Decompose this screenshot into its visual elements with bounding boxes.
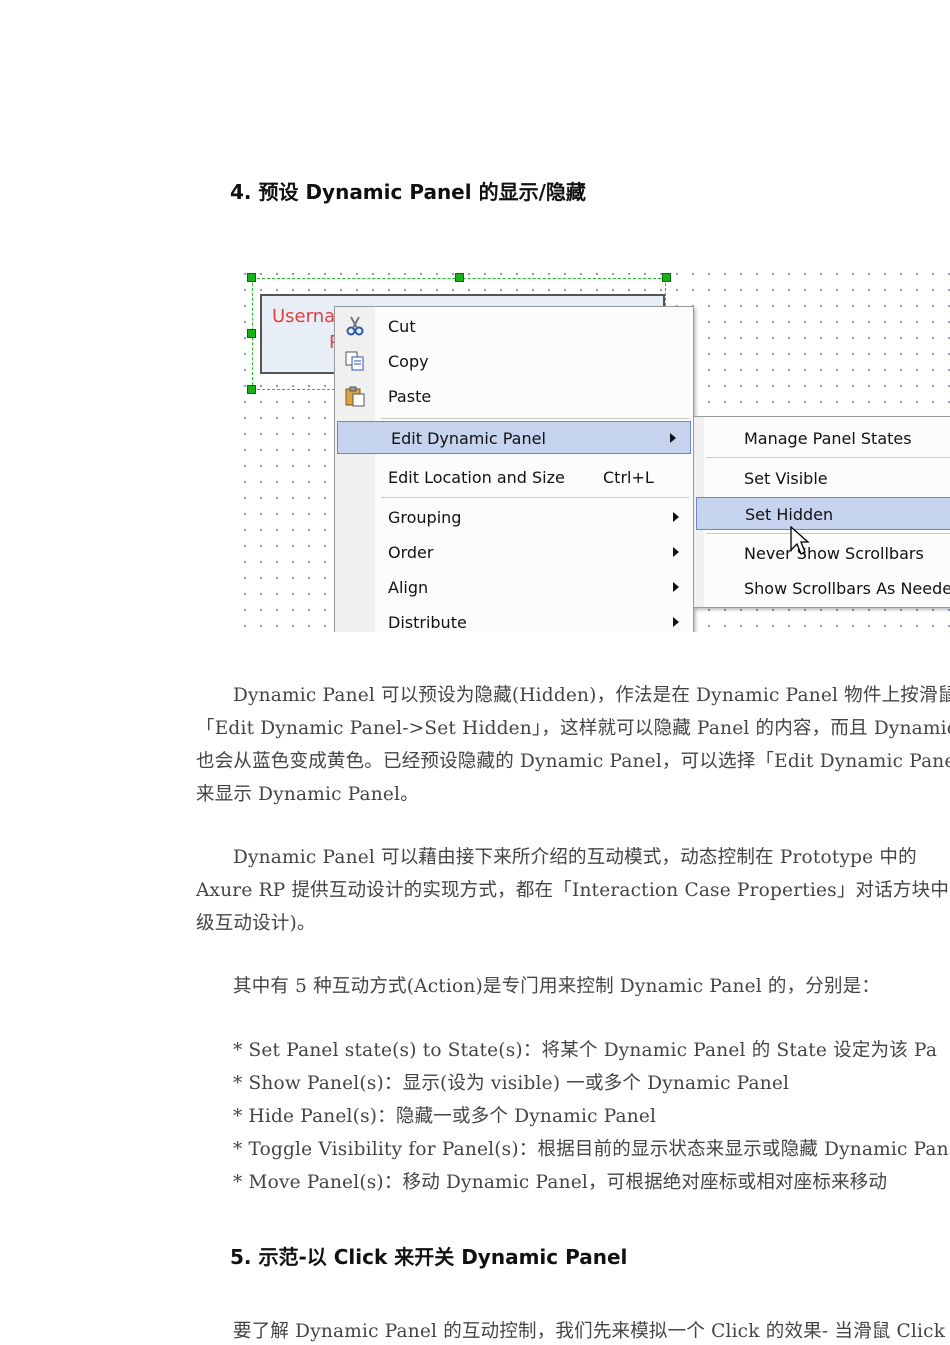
paragraph-2-line-2: Axure RP 提供互动设计的实现方式，都在「Interaction Case… [196, 880, 950, 901]
menu-separator [381, 418, 689, 419]
screenshot: Userna P Cut Copy Paste Edit Dynamic Pan… [233, 262, 950, 632]
section-5-intro: 要了解 Dynamic Panel 的互动控制，我们先来模拟一个 Click 的… [233, 1321, 950, 1342]
menu-item-grouping[interactable]: Grouping [335, 501, 693, 534]
menu-label: Align [388, 578, 429, 597]
menu-label: Edit Dynamic Panel [391, 429, 546, 448]
menu-label: Grouping [388, 508, 462, 527]
menu-item-edit-location[interactable]: Edit Location and Size Ctrl+L [335, 461, 693, 494]
copy-icon [343, 350, 367, 374]
resize-handle[interactable] [247, 385, 256, 394]
paragraph-1-line-2: 「Edit Dynamic Panel->Set Hidden」，这样就可以隐藏… [196, 718, 950, 739]
paragraph-2-line-3: 级互动设计)。 [196, 913, 316, 934]
submenu-separator [706, 533, 950, 534]
action-item-4: * Toggle Visibility for Panel(s)：根据目前的显示… [233, 1139, 949, 1160]
submenu: Manage Panel States Set Visible Set Hidd… [693, 416, 950, 608]
menu-label: Distribute [388, 613, 467, 632]
submenu-arrow-icon [673, 582, 679, 592]
resize-handle[interactable] [247, 273, 256, 282]
menu-label: Order [388, 543, 434, 562]
submenu-arrow-icon [673, 547, 679, 557]
widget-label: Userna [272, 306, 336, 327]
mouse-pointer-icon [790, 526, 810, 555]
submenu-label: Never Show Scrollbars [744, 544, 924, 563]
submenu-label: Set Hidden [745, 505, 834, 524]
menu-shortcut: Ctrl+L [603, 468, 654, 487]
menu-separator [381, 497, 689, 498]
submenu-arrow-icon [673, 617, 679, 627]
submenu-label: Manage Panel States [744, 429, 912, 448]
submenu-separator [706, 457, 950, 458]
menu-label: Copy [388, 352, 429, 371]
menu-item-order[interactable]: Order [335, 536, 693, 569]
menu-item-paste[interactable]: Paste [335, 380, 693, 413]
scissors-icon [343, 315, 367, 339]
action-item-2: * Show Panel(s)：显示(设为 visible) 一或多个 Dyna… [233, 1073, 790, 1094]
resize-handle[interactable] [455, 273, 464, 282]
paragraph-2-line-1: Dynamic Panel 可以藉由接下来所介绍的互动模式，动态控制在 Prot… [233, 847, 917, 868]
submenu-item-show-scrollbars-as-needed[interactable]: Show Scrollbars As Needed [694, 572, 950, 605]
context-menu: Cut Copy Paste Edit Dynamic Panel Edit L… [334, 306, 694, 632]
section-4-heading: 4. 预设 Dynamic Panel 的显示/隐藏 [230, 180, 586, 204]
menu-label: Edit Location and Size [388, 468, 565, 487]
resize-handle[interactable] [662, 273, 671, 282]
submenu-arrow-icon [673, 512, 679, 522]
section-5-heading: 5. 示范-以 Click 来开关 Dynamic Panel [230, 1245, 628, 1269]
submenu-item-set-visible[interactable]: Set Visible [694, 462, 950, 495]
paragraph-1-line-4: 来显示 Dynamic Panel。 [196, 784, 419, 805]
submenu-label: Show Scrollbars As Needed [744, 579, 950, 598]
menu-label: Cut [388, 317, 416, 336]
resize-handle[interactable] [247, 329, 256, 338]
submenu-arrow-icon [670, 433, 676, 443]
menu-item-distribute[interactable]: Distribute [335, 606, 693, 632]
action-item-3: * Hide Panel(s)：隐藏一或多个 Dynamic Panel [233, 1106, 657, 1127]
paragraph-1-line-3: 也会从蓝色变成黄色。已经预设隐藏的 Dynamic Panel，可以选择「Edi… [196, 751, 950, 772]
menu-item-edit-dynamic-panel[interactable]: Edit Dynamic Panel [337, 421, 691, 454]
menu-item-copy[interactable]: Copy [335, 345, 693, 378]
submenu-label: Set Visible [744, 469, 828, 488]
submenu-item-set-hidden[interactable]: Set Hidden [696, 497, 950, 530]
menu-item-align[interactable]: Align [335, 571, 693, 604]
submenu-item-manage-panel-states[interactable]: Manage Panel States [694, 422, 950, 455]
menu-item-cut[interactable]: Cut [335, 310, 693, 343]
submenu-item-never-show-scrollbars[interactable]: Never Show Scrollbars [694, 537, 950, 570]
paste-icon [343, 385, 367, 409]
action-item-1: * Set Panel state(s) to State(s)：将某个 Dyn… [233, 1040, 938, 1061]
paragraph-3: 其中有 5 种互动方式(Action)是专门用来控制 Dynamic Panel… [233, 976, 881, 997]
action-item-5: * Move Panel(s)：移动 Dynamic Panel，可根据绝对座标… [233, 1172, 888, 1193]
menu-label: Paste [388, 387, 432, 406]
paragraph-1-line-1: Dynamic Panel 可以预设为隐藏(Hidden)，作法是在 Dynam… [233, 685, 950, 706]
